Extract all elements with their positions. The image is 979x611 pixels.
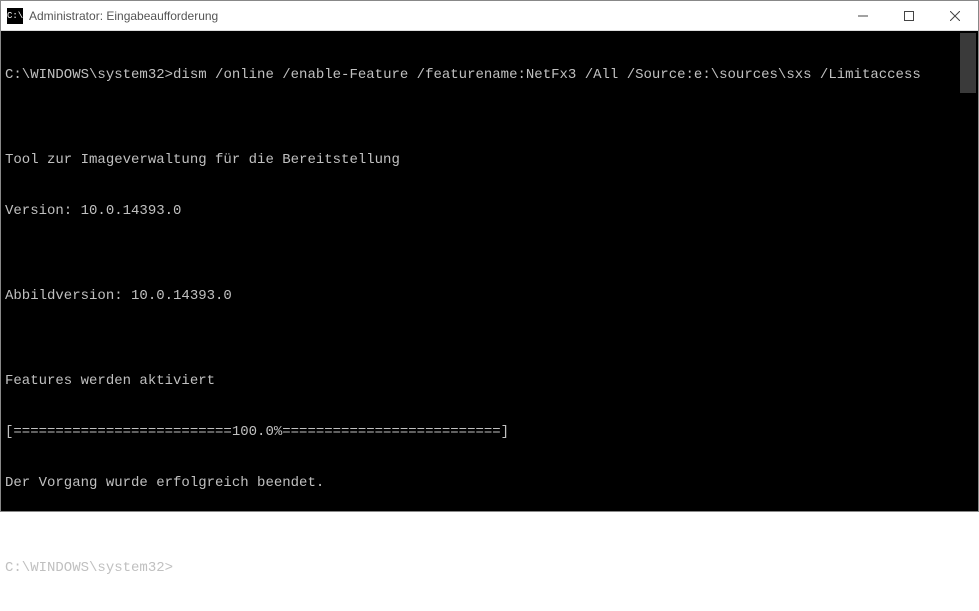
terminal-line: Abbildversion: 10.0.14393.0 — [5, 288, 974, 305]
scrollbar-thumb[interactable] — [960, 33, 976, 93]
cmd-icon: C:\ — [7, 8, 23, 24]
maximize-button[interactable] — [886, 1, 932, 30]
terminal-area[interactable]: C:\WINDOWS\system32>dism /online /enable… — [1, 31, 978, 511]
window-titlebar: C:\ Administrator: Eingabeaufforderung — [1, 1, 978, 31]
minimize-button[interactable] — [840, 1, 886, 30]
terminal-line: Features werden aktiviert — [5, 373, 974, 390]
terminal-line: C:\WINDOWS\system32>dism /online /enable… — [5, 67, 974, 84]
window-controls — [840, 1, 978, 30]
window-title: Administrator: Eingabeaufforderung — [29, 9, 840, 23]
terminal-line: Version: 10.0.14393.0 — [5, 203, 974, 220]
terminal-line: C:\WINDOWS\system32> — [5, 560, 974, 577]
close-button[interactable] — [932, 1, 978, 30]
terminal-line: Der Vorgang wurde erfolgreich beendet. — [5, 475, 974, 492]
terminal-line: [==========================100.0%=======… — [5, 424, 974, 441]
terminal-line: Tool zur Imageverwaltung für die Bereits… — [5, 152, 974, 169]
